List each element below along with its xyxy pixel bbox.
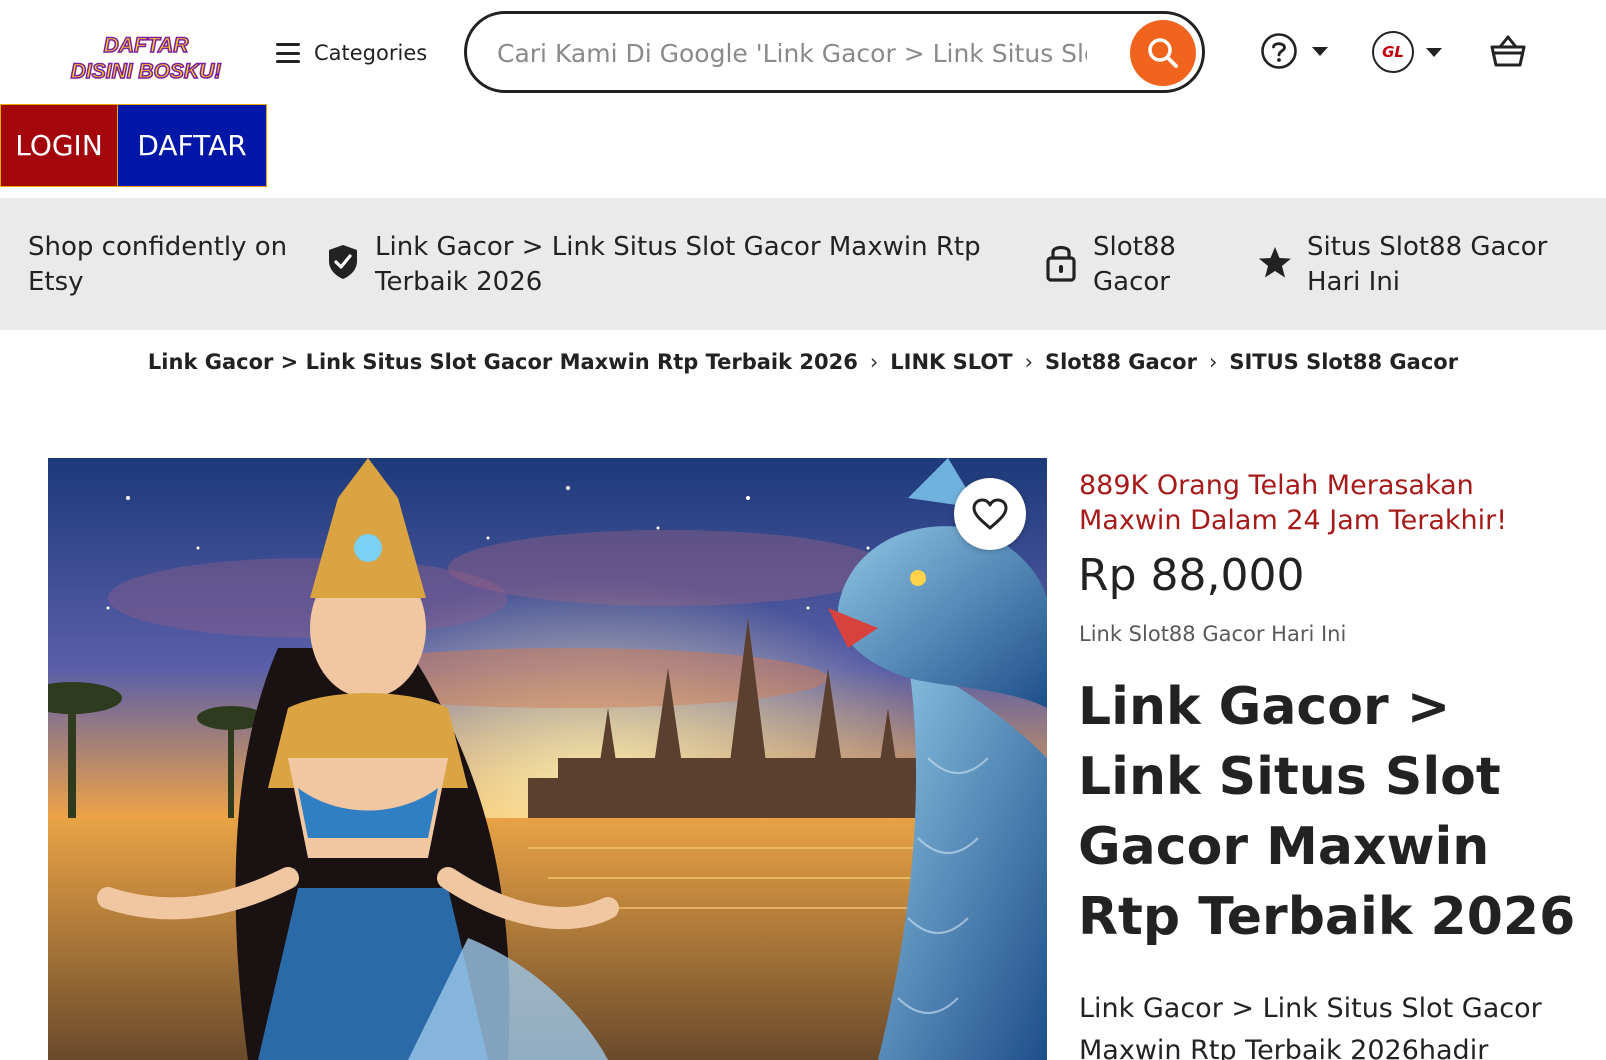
avatar: GL: [1372, 31, 1414, 73]
chevron-down-icon: [1312, 46, 1328, 56]
breadcrumb-link[interactable]: LINK SLOT: [890, 350, 1012, 374]
cart-icon: [1490, 35, 1526, 67]
product-image[interactable]: [48, 458, 1047, 1060]
star-icon: [1259, 247, 1291, 278]
lock-icon: [1046, 245, 1076, 282]
login-button[interactable]: LOGIN: [0, 104, 118, 187]
chevron-down-icon: [1426, 47, 1442, 57]
register-button[interactable]: DAFTAR: [118, 104, 267, 187]
menu-icon: [276, 43, 300, 63]
trust-item-label: Slot88 Gacor: [1093, 232, 1176, 297]
breadcrumb-link[interactable]: SITUS Slot88 Gacor: [1229, 350, 1458, 374]
product-price: Rp 88,000: [1078, 550, 1305, 601]
chevron-right-icon: ›: [1024, 350, 1033, 374]
site-logo[interactable]: DAFTAR DISINI BOSKU!: [66, 32, 226, 84]
account-menu[interactable]: GL: [1372, 31, 1442, 73]
product-description: Link Gacor > Link Situs Slot Gacor Maxwi…: [1079, 993, 1542, 1060]
search-button[interactable]: [1130, 20, 1196, 86]
product-title: Link Gacor > Link Situs Slot Gacor Maxwi…: [1078, 677, 1576, 947]
logo-line-1: DAFTAR: [104, 34, 190, 57]
chevron-right-icon: ›: [869, 350, 879, 374]
auth-buttons: LOGIN DAFTAR: [0, 104, 267, 187]
help-menu[interactable]: [1260, 32, 1328, 70]
trust-item-label: Link Gacor > Link Situs Slot Gacor Maxwi…: [375, 232, 981, 297]
trust-item-label: Situs Slot88 Gacor Hari Ini: [1307, 232, 1548, 297]
categories-menu[interactable]: Categories: [276, 36, 427, 70]
urgency-message: 889K Orang Telah Merasakan Maxwin Dalam …: [1079, 470, 1508, 536]
trust-bar: Shop confidently on Etsy Link Gacor > Li…: [0, 198, 1606, 330]
shop-name-link[interactable]: Link Slot88 Gacor Hari Ini: [1079, 622, 1346, 646]
heart-icon: [972, 498, 1008, 530]
logo-line-2: DISINI BOSKU!: [71, 60, 222, 83]
favorite-button[interactable]: [954, 478, 1026, 550]
search-icon: [1148, 38, 1178, 68]
search-input[interactable]: [497, 32, 1087, 74]
breadcrumb-link[interactable]: Slot88 Gacor: [1045, 350, 1197, 374]
categories-label: Categories: [314, 41, 428, 65]
search-bar: [464, 11, 1205, 93]
trust-item-label: Shop confidently on Etsy: [28, 232, 288, 297]
help-icon: [1261, 33, 1297, 69]
breadcrumb-link[interactable]: Link Gacor > Link Situs Slot Gacor Maxwi…: [148, 350, 858, 374]
breadcrumb: Link Gacor > Link Situs Slot Gacor Maxwi…: [0, 350, 1606, 374]
cart-button[interactable]: [1490, 34, 1526, 72]
shield-check-icon: [329, 245, 357, 279]
chevron-right-icon: ›: [1208, 350, 1218, 374]
